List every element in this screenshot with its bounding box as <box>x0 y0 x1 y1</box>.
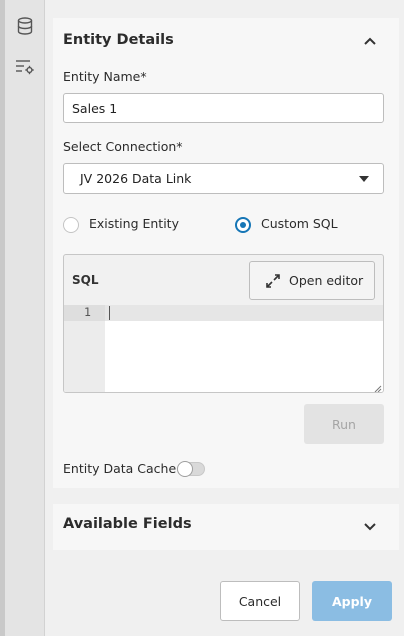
active-code-line[interactable] <box>105 305 383 321</box>
entity-name-label: Entity Name* <box>63 69 147 84</box>
side-toolbar <box>5 0 45 636</box>
text-cursor <box>109 306 110 320</box>
chevron-up-icon[interactable] <box>363 36 377 46</box>
run-button[interactable]: Run <box>304 404 384 444</box>
expand-icon <box>266 273 280 288</box>
available-fields-panel[interactable]: Available Fields <box>53 504 399 550</box>
sql-editor-box: SQL Open editor 1 <box>63 254 384 393</box>
settings-list-icon[interactable] <box>13 55 37 79</box>
radio-existing-entity-label[interactable]: Existing Entity <box>89 216 179 231</box>
connection-select[interactable]: JV 2026 Data Link <box>63 163 384 194</box>
connection-label: Select Connection* <box>63 139 183 154</box>
radio-existing-entity[interactable] <box>63 217 79 233</box>
database-icon[interactable] <box>13 14 37 38</box>
chevron-down-icon[interactable] <box>363 522 377 532</box>
resize-handle-icon[interactable] <box>374 385 382 393</box>
open-editor-button[interactable]: Open editor <box>249 261 375 300</box>
entity-data-cache-label: Entity Data Cache <box>63 461 177 476</box>
toggle-knob <box>177 461 193 477</box>
open-editor-label: Open editor <box>289 273 364 288</box>
sql-label: SQL <box>72 273 99 287</box>
sql-code-editor[interactable]: 1 <box>64 305 383 393</box>
available-fields-title[interactable]: Available Fields <box>63 516 192 532</box>
entity-name-input[interactable]: Sales 1 <box>63 93 384 123</box>
entity-details-title: Entity Details <box>63 32 174 48</box>
cancel-button[interactable]: Cancel <box>220 581 300 621</box>
apply-button[interactable]: Apply <box>312 581 392 621</box>
radio-custom-sql-label[interactable]: Custom SQL <box>261 216 338 231</box>
radio-custom-sql[interactable] <box>235 217 251 233</box>
connection-select-value: JV 2026 Data Link <box>80 171 192 186</box>
line-number: 1 <box>84 305 91 319</box>
dropdown-caret-icon <box>359 176 369 182</box>
entity-data-cache-toggle[interactable] <box>177 461 205 477</box>
